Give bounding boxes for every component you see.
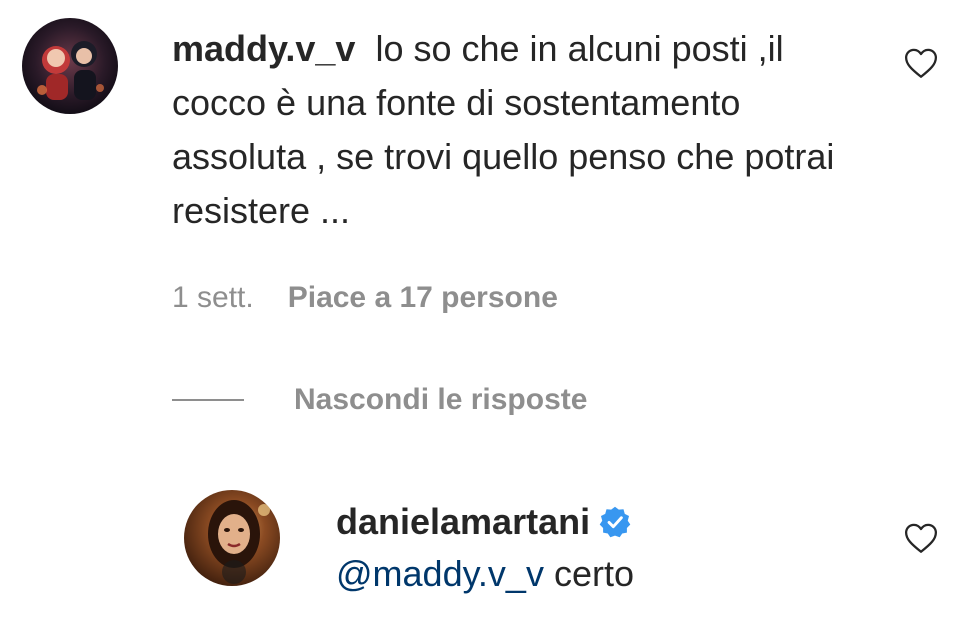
reply-username[interactable]: danielamartani	[336, 500, 590, 544]
comment-timestamp: 1 sett.	[172, 281, 254, 314]
comment-body: maddy.v_v lo so che in alcuni posti ,il …	[172, 22, 862, 238]
hide-replies-label: Nascondi le risposte	[294, 383, 588, 416]
replies-divider	[172, 399, 244, 401]
reply-body: @maddy.v_v certo	[336, 552, 634, 596]
heart-icon[interactable]	[903, 47, 939, 81]
reply-mention-link[interactable]: @maddy.v_v	[336, 553, 544, 594]
avatar-image	[184, 490, 280, 586]
hide-replies-button[interactable]: Nascondi le risposte	[172, 380, 587, 420]
reply-avatar[interactable]	[184, 490, 280, 586]
verified-badge-icon	[599, 506, 631, 538]
comment-likes-link[interactable]: Piace a 17 persone	[288, 281, 558, 314]
avatar-image	[22, 18, 118, 114]
commenter-avatar[interactable]	[22, 18, 118, 114]
heart-icon[interactable]	[903, 522, 939, 556]
comment-username[interactable]: maddy.v_v	[172, 28, 355, 69]
reply-header: danielamartani	[336, 500, 632, 544]
comment-meta: 1 sett. Piace a 17 persone	[172, 280, 558, 316]
reply-text: certo	[553, 553, 635, 594]
